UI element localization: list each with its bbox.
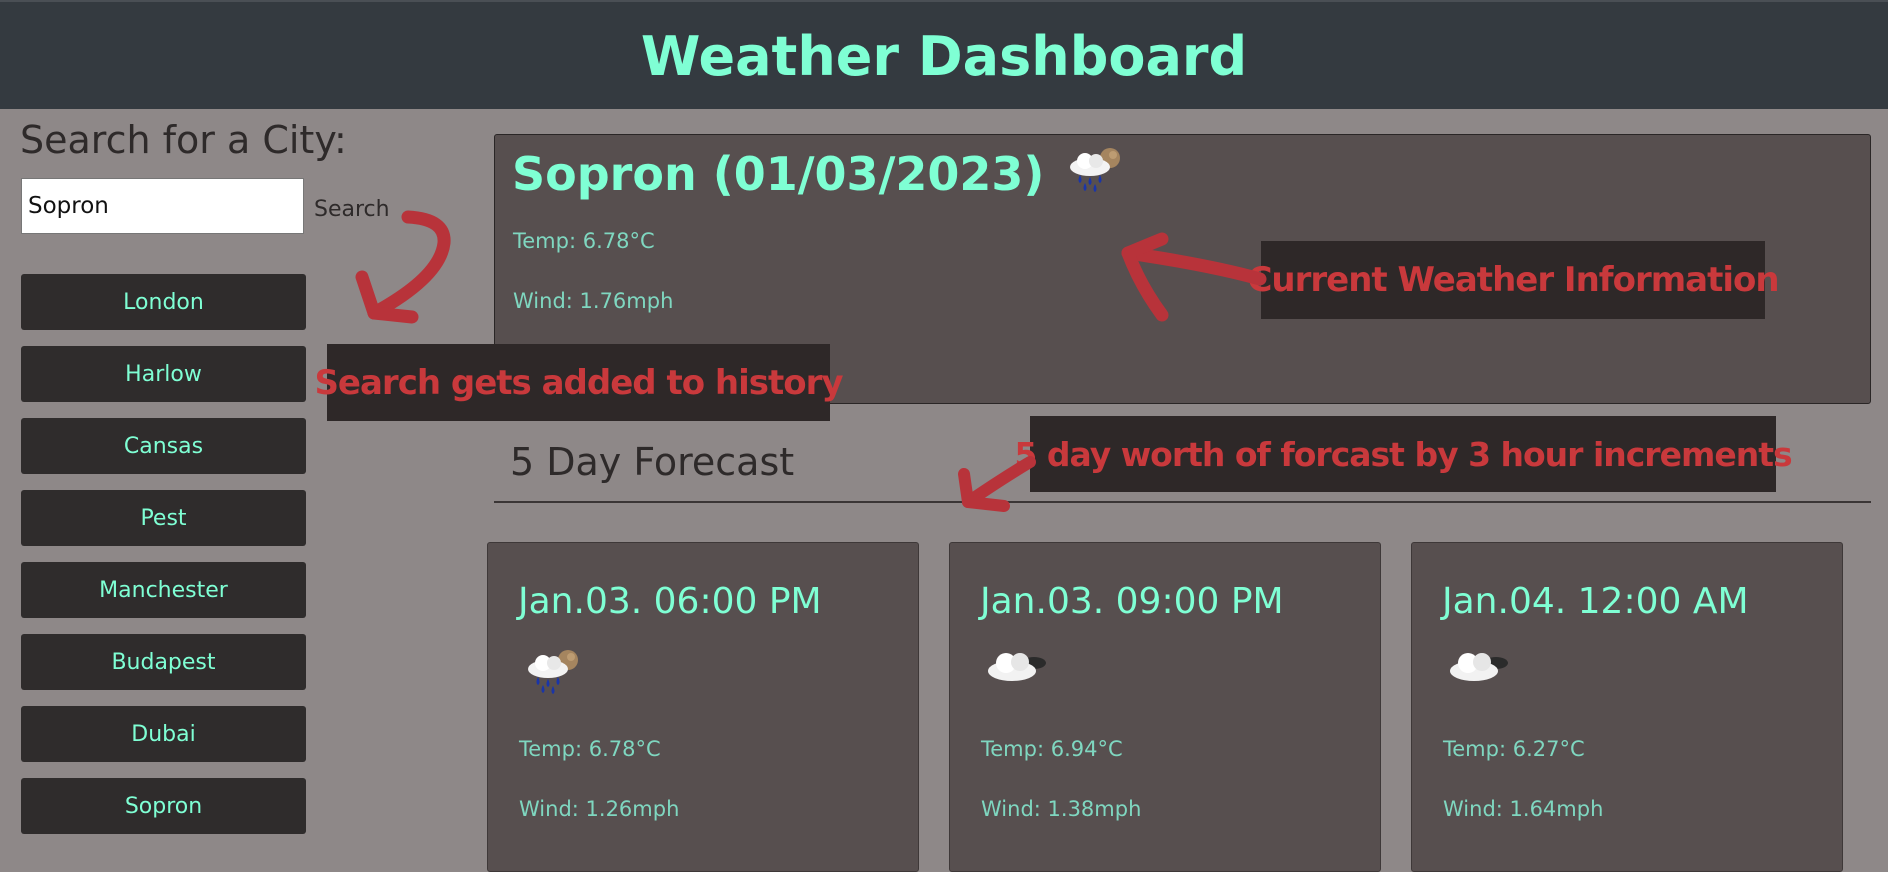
forecast-divider bbox=[494, 501, 1871, 503]
annotation-forecast: 5 day worth of forcast by 3 hour increme… bbox=[1014, 416, 1793, 492]
rain-cloud-sun-icon bbox=[522, 645, 584, 699]
history-item-london[interactable]: London bbox=[21, 274, 306, 330]
history-item-harlow[interactable]: Harlow bbox=[21, 346, 306, 402]
page-title: Weather Dashboard bbox=[640, 25, 1248, 88]
rain-cloud-sun-icon bbox=[1064, 143, 1126, 204]
forecast-heading: 5 Day Forecast bbox=[510, 440, 795, 484]
history-item-manchester[interactable]: Manchester bbox=[21, 562, 306, 618]
forecast-card: Jan.04. 12:00 AM Temp: 6.27°C Wind: 1.64… bbox=[1411, 542, 1843, 872]
current-city-date: Sopron (01/03/2023) bbox=[512, 146, 1045, 201]
history-item-cansas[interactable]: Cansas bbox=[21, 418, 306, 474]
forecast-temp: Temp: 6.94°C bbox=[981, 737, 1123, 761]
history-item-pest[interactable]: Pest bbox=[21, 490, 306, 546]
annotation-history: Search gets added to history bbox=[314, 344, 844, 421]
forecast-wind: Wind: 1.38mph bbox=[981, 797, 1142, 821]
forecast-card: Jan.03. 09:00 PM Temp: 6.94°C Wind: 1.38… bbox=[949, 542, 1381, 872]
history-item-sopron[interactable]: Sopron bbox=[21, 778, 306, 834]
forecast-temp: Temp: 6.78°C bbox=[519, 737, 661, 761]
current-weather-arrow-icon bbox=[1121, 232, 1267, 322]
history-arrow-icon bbox=[355, 210, 451, 324]
forecast-temp: Temp: 6.27°C bbox=[1443, 737, 1585, 761]
forecast-wind: Wind: 1.64mph bbox=[1443, 797, 1604, 821]
current-temp: Temp: 6.78°C bbox=[513, 229, 655, 253]
cloud-icon bbox=[1446, 645, 1514, 689]
search-heading: Search for a City: bbox=[20, 118, 347, 162]
forecast-date: Jan.04. 12:00 AM bbox=[1442, 581, 1749, 622]
cloud-icon bbox=[984, 645, 1052, 689]
forecast-wind: Wind: 1.26mph bbox=[519, 797, 680, 821]
city-search-input[interactable] bbox=[21, 178, 304, 234]
app-header: Weather Dashboard bbox=[0, 0, 1888, 109]
current-wind: Wind: 1.76mph bbox=[513, 289, 674, 313]
forecast-arrow-icon bbox=[958, 456, 1036, 512]
history-item-dubai[interactable]: Dubai bbox=[21, 706, 306, 762]
history-item-budapest[interactable]: Budapest bbox=[21, 634, 306, 690]
current-weather-title: Sopron (01/03/2023) bbox=[512, 143, 1126, 204]
forecast-date: Jan.03. 06:00 PM bbox=[518, 581, 822, 622]
forecast-card: Jan.03. 06:00 PM Temp: 6.78°C Wind: 1.26… bbox=[487, 542, 919, 872]
search-history-list: London Harlow Cansas Pest Manchester Bud… bbox=[21, 274, 306, 850]
forecast-date: Jan.03. 09:00 PM bbox=[980, 581, 1284, 622]
annotation-current-weather: Current Weather Information bbox=[1247, 241, 1780, 319]
